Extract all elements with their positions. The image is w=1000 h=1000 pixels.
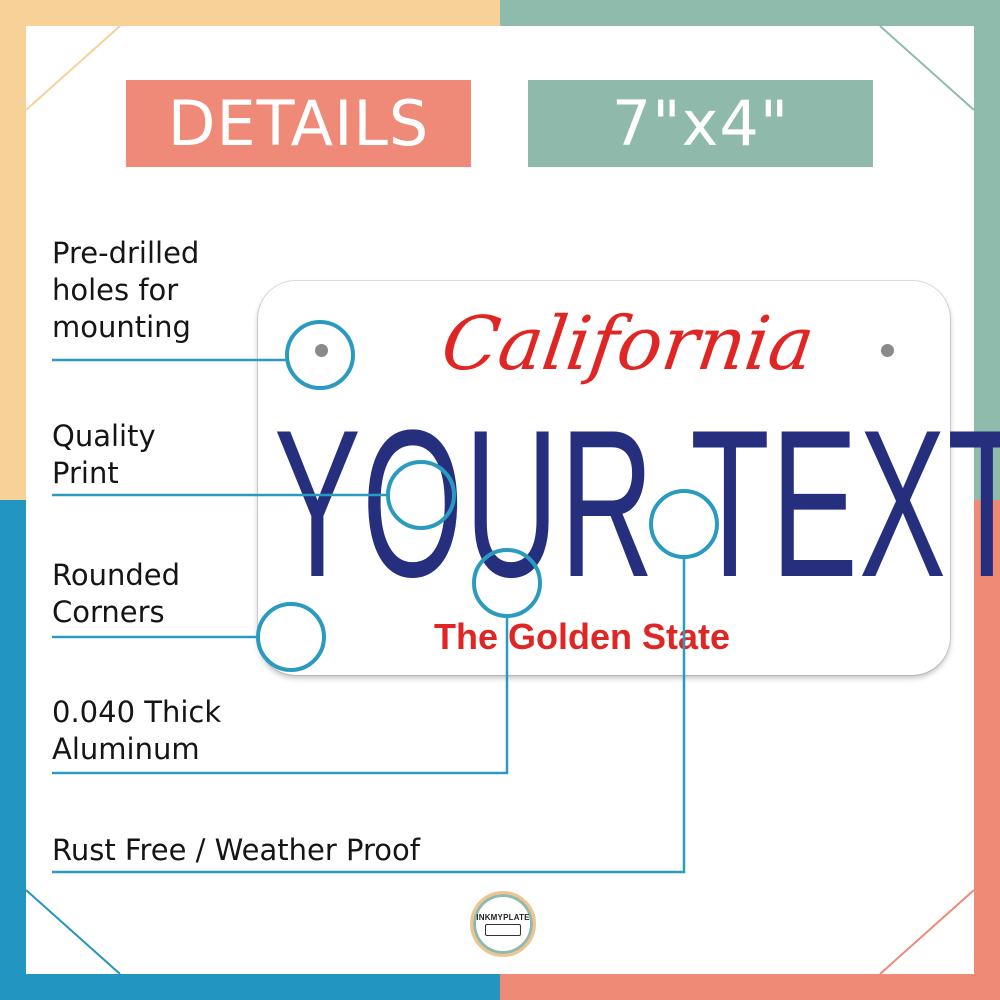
feature-label-rust-free: Rust Free / Weather Proof [52, 833, 420, 867]
feature-label-holes: Pre-drilled holes for mounting [52, 236, 200, 344]
mounting-hole-left [315, 344, 328, 357]
inkmyplate-logo: INKMYPLATE [470, 891, 536, 957]
size-title: 7"x4" [611, 87, 790, 160]
feature-label-thickness: 0.040 Thick Aluminum [52, 695, 222, 766]
plate-custom-text: YOUR TEXT [274, 386, 1000, 621]
size-banner: 7"x4" [528, 80, 873, 167]
plate-slogan: The Golden State [434, 616, 731, 657]
mounting-hole-right [881, 344, 894, 357]
logo-text: INKMYPLATE [476, 912, 530, 922]
logo-plate-icon [485, 923, 521, 936]
feature-label-rounded: Rounded Corners [52, 558, 181, 629]
plate-state-name: California [436, 301, 820, 387]
details-title: DETAILS [167, 87, 430, 160]
license-plate: California YOUR TEXT The Golden State [258, 281, 1000, 675]
details-banner: DETAILS [126, 80, 471, 167]
feature-label-quality: Quality Print [52, 419, 156, 490]
